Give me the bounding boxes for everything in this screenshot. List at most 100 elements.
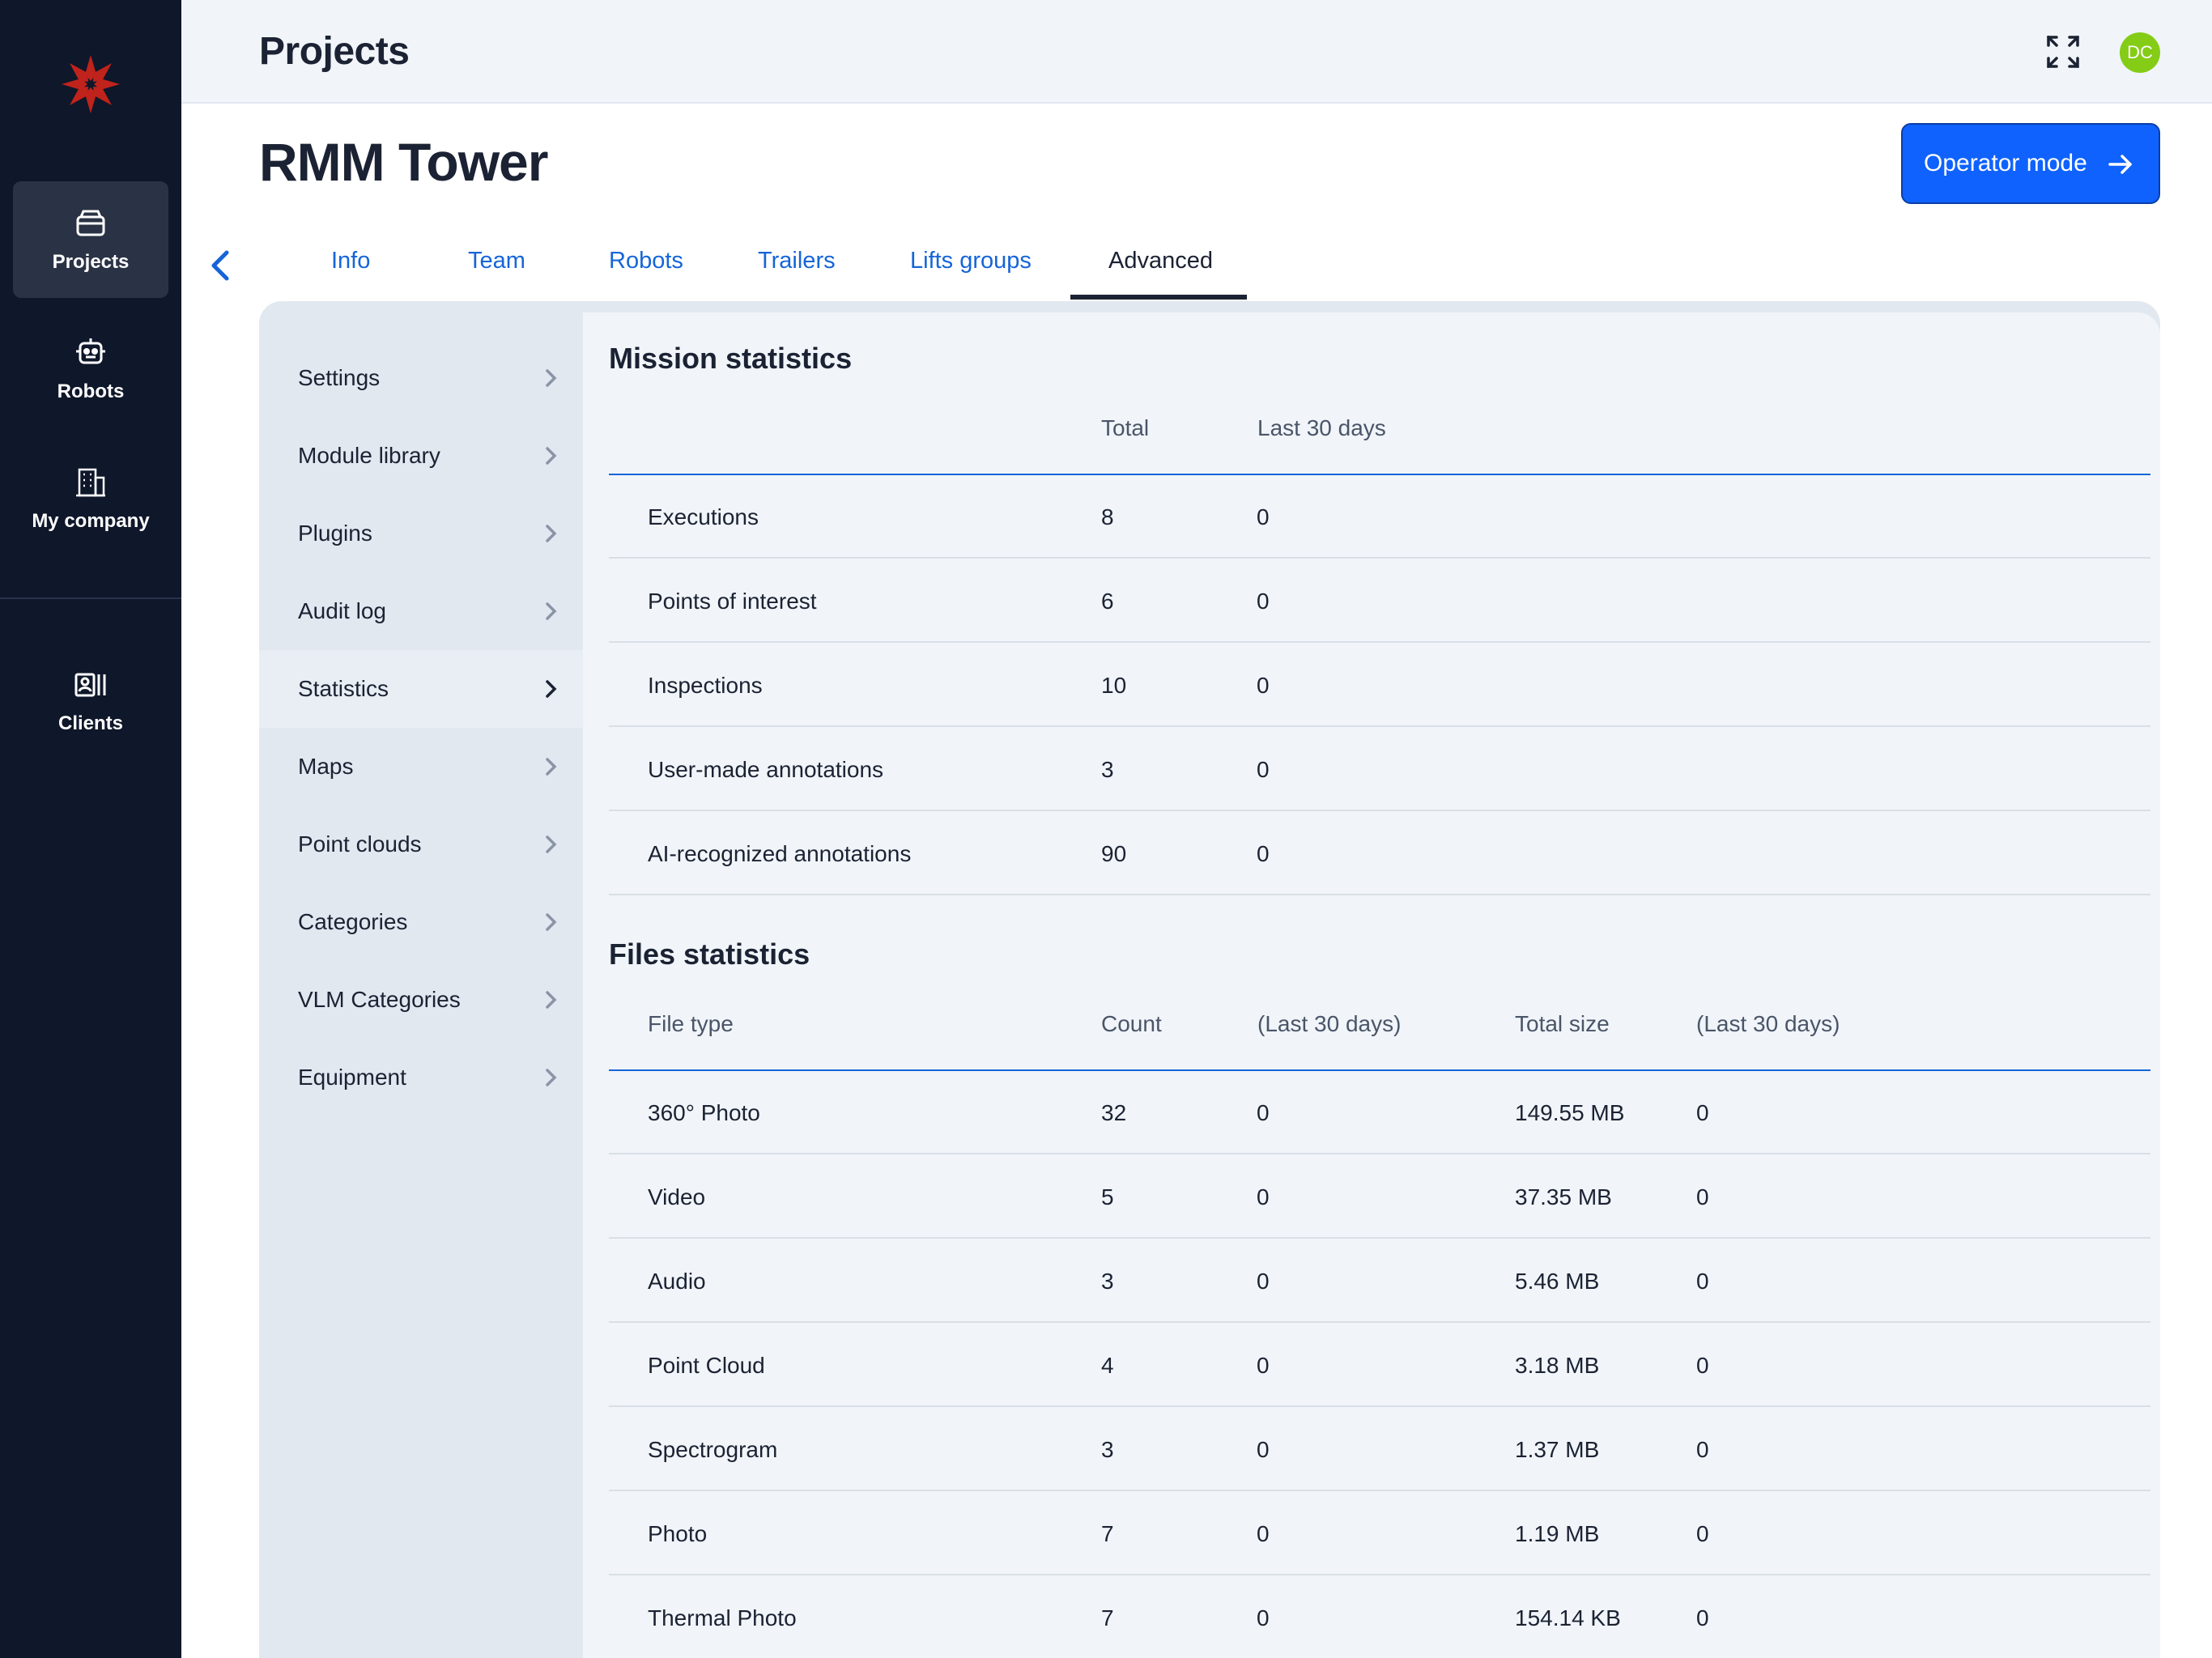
nav-label-projects: Projects [52, 251, 130, 273]
nav-item-my-company[interactable]: My company [13, 440, 168, 557]
mission-row-last30: 0 [1257, 757, 1270, 782]
tab-robots[interactable]: Robots [609, 248, 683, 274]
file-row-count: 7 [1101, 1605, 1114, 1630]
row-divider [609, 894, 2150, 895]
chevron-left-icon[interactable] [204, 248, 236, 283]
mission-row-name: Executions [648, 504, 759, 529]
file-row-size30: 0 [1696, 1353, 1709, 1378]
mission-row-name: AI-recognized annotations [648, 841, 912, 866]
row-divider [609, 1321, 2150, 1323]
files-header-divider [609, 1069, 2150, 1071]
file-row-size30: 0 [1696, 1437, 1709, 1462]
menu-item-audit-log[interactable]: Audit log [259, 572, 583, 650]
tab-lifts-groups[interactable]: Lifts groups [910, 248, 1032, 274]
file-row-size: 149.55 MB [1515, 1100, 1625, 1125]
menu-item-vlm-categories[interactable]: VLM Categories [259, 961, 583, 1039]
menu-label: Maps [298, 754, 354, 779]
file-row-count30: 0 [1257, 1605, 1270, 1630]
row-divider [609, 1405, 2150, 1407]
files-col-type: File type [648, 1011, 734, 1036]
menu-item-maps[interactable]: Maps [259, 728, 583, 806]
menu-label: Audit log [298, 598, 386, 623]
top-header: Projects DC [181, 0, 2212, 104]
tab-team[interactable]: Team [468, 248, 525, 274]
files-col-count: Count [1101, 1011, 1162, 1036]
menu-label: Plugins [298, 521, 372, 546]
file-row-type: Photo [648, 1521, 708, 1546]
nav-divider [0, 597, 181, 599]
chevron-right-icon [546, 758, 557, 776]
company-logo-icon [62, 55, 120, 113]
file-row-count30: 0 [1257, 1269, 1270, 1294]
mission-row-name: User-made annotations [648, 757, 884, 782]
file-row-size: 37.35 MB [1515, 1184, 1612, 1209]
files-col-size30: (Last 30 days) [1696, 1011, 1840, 1036]
mission-statistics-title: Mission statistics [609, 342, 853, 375]
nav-label-my-company: My company [32, 510, 150, 532]
row-divider [609, 1574, 2150, 1575]
tab-info[interactable]: Info [331, 248, 370, 274]
chevron-right-icon [546, 525, 557, 542]
chevron-right-icon [546, 680, 557, 698]
file-row-count: 32 [1101, 1100, 1127, 1125]
file-row-count30: 0 [1257, 1437, 1270, 1462]
file-row-type: Point Cloud [648, 1353, 765, 1378]
mission-row-last30: 0 [1257, 673, 1270, 698]
file-row-count: 3 [1101, 1269, 1114, 1294]
tab-trailers[interactable]: Trailers [758, 248, 836, 274]
menu-item-plugins[interactable]: Plugins [259, 495, 583, 572]
row-divider [609, 725, 2150, 727]
file-row-count30: 0 [1257, 1353, 1270, 1378]
menu-item-point-clouds[interactable]: Point clouds [259, 806, 583, 883]
menu-label: Point clouds [298, 831, 422, 857]
nav-item-projects[interactable]: Projects [13, 181, 168, 298]
chevron-right-icon [546, 991, 557, 1009]
file-row-size: 5.46 MB [1515, 1269, 1600, 1294]
menu-label: VLM Categories [298, 987, 461, 1012]
mission-row-total: 3 [1101, 757, 1114, 782]
file-row-count30: 0 [1257, 1100, 1270, 1125]
row-divider [609, 1237, 2150, 1239]
menu-item-module-library[interactable]: Module library [259, 417, 583, 495]
file-row-count30: 0 [1257, 1521, 1270, 1546]
menu-item-equipment[interactable]: Equipment [259, 1039, 583, 1116]
menu-label: Categories [298, 909, 408, 934]
file-row-size30: 0 [1696, 1521, 1709, 1546]
menu-item-settings[interactable]: Settings [259, 339, 583, 417]
nav-label-robots: Robots [57, 380, 125, 402]
file-row-count: 3 [1101, 1437, 1114, 1462]
menu-label: Settings [298, 365, 381, 390]
file-row-size: 154.14 KB [1515, 1605, 1621, 1630]
mission-row-name: Points of interest [648, 589, 817, 614]
mission-row-total: 90 [1101, 841, 1127, 866]
mission-header-divider [609, 474, 2150, 475]
mission-row-last30: 0 [1257, 841, 1270, 866]
file-row-type: Spectrogram [648, 1437, 778, 1462]
file-row-size30: 0 [1696, 1100, 1709, 1125]
menu-label: Statistics [298, 676, 389, 701]
file-row-count30: 0 [1257, 1184, 1270, 1209]
operator-mode-button[interactable]: Operator mode [1901, 123, 2160, 204]
nav-item-clients[interactable]: Clients [13, 643, 168, 759]
file-row-type: Video [648, 1184, 706, 1209]
menu-item-statistics[interactable]: Statistics [259, 650, 583, 728]
file-row-size30: 0 [1696, 1269, 1709, 1294]
projects-icon [76, 210, 105, 236]
file-row-size30: 0 [1696, 1184, 1709, 1209]
row-divider [609, 1153, 2150, 1154]
mission-row-last30: 0 [1257, 589, 1270, 614]
files-col-size: Total size [1515, 1011, 1610, 1036]
left-nav-rail: Projects Robots My company Clients [0, 0, 181, 1658]
user-avatar[interactable]: DC [2120, 32, 2160, 73]
chevron-right-icon [546, 369, 557, 387]
fullscreen-icon[interactable] [2044, 32, 2082, 71]
file-row-count: 7 [1101, 1521, 1114, 1546]
file-row-type: Thermal Photo [648, 1605, 797, 1630]
mission-row-total: 8 [1101, 504, 1114, 529]
robot-icon [76, 338, 105, 364]
statistics-content [583, 312, 2160, 1658]
menu-item-categories[interactable]: Categories [259, 883, 583, 961]
nav-item-robots[interactable]: Robots [13, 311, 168, 427]
tab-advanced[interactable]: Advanced [1108, 248, 1213, 274]
file-row-count: 4 [1101, 1353, 1114, 1378]
